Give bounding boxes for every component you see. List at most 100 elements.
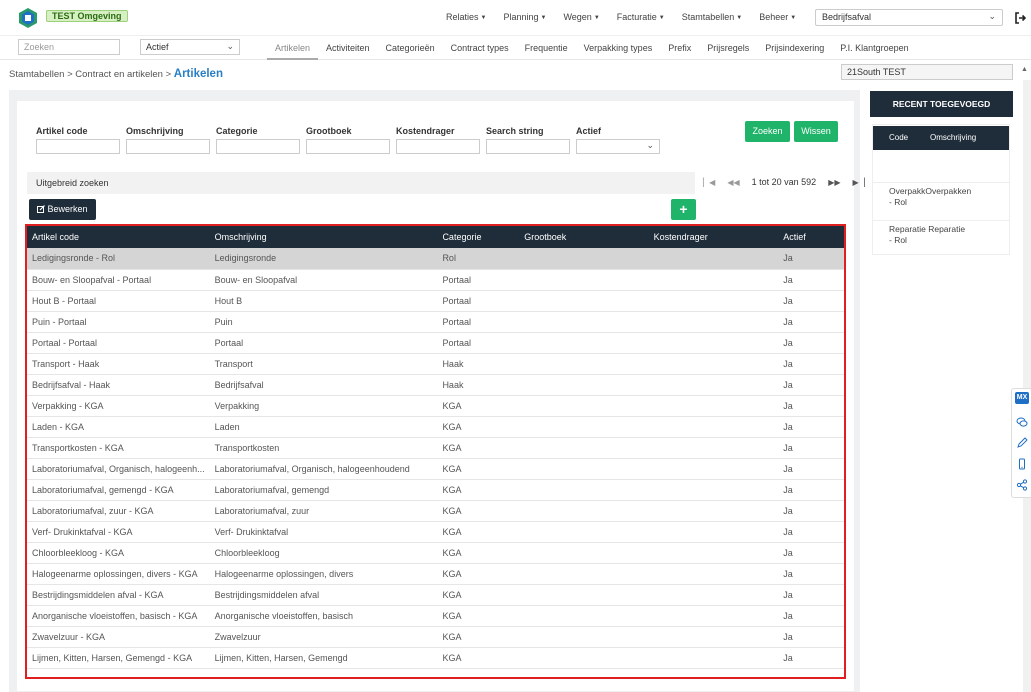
cell-grootboek [519, 458, 649, 480]
clear-button[interactable]: Wissen [794, 121, 838, 142]
search-string-input[interactable] [486, 139, 570, 154]
first-page-icon[interactable]: ▏◀ [703, 178, 715, 187]
tab-artikelen[interactable]: Artikelen [267, 36, 319, 60]
table-row[interactable]: Laboratoriumafval, zuur - KGA Laboratoriu… [27, 500, 844, 522]
table-row[interactable]: Puin - Portaal Puin Portaal Ja [27, 311, 844, 333]
tab-verpakking-types[interactable]: Verpakking types [576, 36, 661, 60]
pencil-icon[interactable] [1016, 437, 1028, 449]
status-select[interactable]: Actief ⌄ [140, 39, 240, 55]
context-select[interactable]: Bedrijfsafval ⌄ [815, 9, 1003, 26]
table-row[interactable]: Transportkosten - KGA Transportkosten KGA J… [27, 437, 844, 459]
tab-frequentie[interactable]: Frequentie [517, 36, 576, 60]
share-icon[interactable] [1016, 479, 1028, 491]
table-row[interactable]: Lijmen, Kitten, Harsen, Gemengd - KGA Lij… [27, 647, 844, 669]
cell-grootboek [519, 521, 649, 543]
table-row[interactable]: Transport - Haak Transport Haak Ja [27, 353, 844, 375]
cell-omschrijving: Hout B [209, 290, 438, 312]
col-header-artikel-code[interactable]: Artikel code [27, 226, 210, 248]
table-row[interactable]: Ledigingsronde - Rol Ledigingsronde Rol Ja [27, 248, 844, 270]
search-button[interactable]: Zoeken [745, 121, 790, 142]
environment-badge: TEST Omgeving [46, 10, 128, 22]
next-page-icon[interactable]: ▶▶ [828, 178, 840, 187]
global-search-input[interactable]: Zoeken [18, 39, 120, 55]
table-row[interactable]: Bestrijdingsmiddelen afval - KGA Bestrijd… [27, 584, 844, 606]
col-header-grootboek[interactable]: Grootboek [519, 226, 649, 248]
cell-actief: Ja [778, 311, 844, 333]
cell-categorie: KGA [437, 605, 520, 627]
table-row[interactable]: Anorganische vloeistoffen, basisch - KGA… [27, 605, 844, 627]
table-row[interactable]: Portaal - Portaal Portaal Portaal Ja [27, 332, 844, 354]
cell-grootboek [519, 395, 649, 417]
table-row[interactable]: Verf- Drukinktafval - KGA Verf- Drukinkta… [27, 521, 844, 543]
table-row[interactable]: Zwavelzuur - KGA Zwavelzuur KGA Ja [27, 626, 844, 648]
add-button[interactable]: + [671, 199, 696, 220]
prev-page-icon[interactable]: ◀◀ [727, 178, 739, 187]
nav-facturatie[interactable]: Facturatie ▼ [617, 12, 665, 22]
nav-stamtabellen[interactable]: Stamtabellen ▼ [682, 12, 743, 22]
tab-contract-types[interactable]: Contract types [443, 36, 517, 60]
nav-wegen[interactable]: Wegen ▼ [563, 12, 599, 22]
filter-label-search-string: Search string [486, 126, 544, 136]
tab-pi-klantgroepen[interactable]: P.I. Klantgroepen [832, 36, 916, 60]
omschrijving-input[interactable] [126, 139, 210, 154]
cell-actief: Ja [778, 269, 844, 291]
last-page-icon[interactable]: ▶▕ [853, 178, 865, 187]
grootboek-input[interactable] [306, 139, 390, 154]
scroll-up-icon[interactable]: ▲ [1021, 66, 1028, 73]
nav-beheer[interactable]: Beheer ▼ [759, 12, 796, 22]
table-row[interactable]: Verpakking - KGA Verpakking KGA Ja [27, 395, 844, 417]
advanced-search-toggle[interactable]: Uitgebreid zoeken [27, 172, 695, 194]
cell-kostendrager [648, 332, 779, 354]
filter-label-kostendrager: Kostendrager [396, 126, 455, 136]
chat-icon[interactable] [1016, 416, 1028, 428]
cell-categorie: Rol [437, 248, 520, 270]
nav-planning[interactable]: Planning ▼ [503, 12, 546, 22]
actief-select[interactable]: ⌄ [576, 139, 660, 154]
tab-activiteiten[interactable]: Activiteiten [318, 36, 378, 60]
tab-prefix[interactable]: Prefix [660, 36, 699, 60]
table-row[interactable]: Laboratoriumafval, Organisch, halogeenh.… [27, 458, 844, 480]
pager-text: 1 tot 20 van 592 [751, 177, 817, 187]
mx-badge[interactable]: MX [1015, 392, 1029, 404]
recent-item[interactable]: OverpakkOverpakken - Rol [873, 182, 1009, 211]
logout-icon[interactable] [1014, 12, 1026, 24]
table-row[interactable]: Chloorbleekloog - KGA Chloorbleekloog KGA J… [27, 542, 844, 564]
col-header-actief[interactable]: Actief [778, 226, 844, 248]
col-header-categorie[interactable]: Categorie [437, 226, 520, 248]
table-row[interactable]: Laden - KGA Laden KGA Ja [27, 416, 844, 438]
cell-actief: Ja [778, 500, 844, 522]
cell-actief: Ja [778, 395, 844, 417]
table-row[interactable]: Halogeenarme oplossingen, divers - KGA Ha… [27, 563, 844, 585]
table-row[interactable]: Bedrijfsafval - Haak Bedrijfsafval Haak Ja [27, 374, 844, 396]
recent-item[interactable]: Reparatie Reparatie - Rol [873, 220, 1009, 249]
cell-grootboek [519, 353, 649, 375]
cell-omschrijving: Chloorbleekloog [209, 542, 438, 564]
kostendrager-input[interactable] [396, 139, 480, 154]
edit-button[interactable]: Bewerken [29, 199, 96, 220]
breadcrumb-path[interactable]: Stamtabellen > Contract en artikelen > [9, 69, 171, 80]
app-logo[interactable] [17, 7, 39, 29]
artikel-code-input[interactable] [36, 139, 120, 154]
tab-prijsregels[interactable]: Prijsregels [699, 36, 757, 60]
cell-categorie: KGA [437, 437, 520, 459]
categorie-input[interactable] [216, 139, 300, 154]
cell-categorie: KGA [437, 521, 520, 543]
col-header-kostendrager[interactable]: Kostendrager [648, 226, 779, 248]
table-row[interactable]: Bouw- en Sloopafval - Portaal Bouw- en Sl… [27, 269, 844, 291]
col-header-omschrijving[interactable]: Omschrijving [209, 226, 438, 248]
nav-relaties[interactable]: Relaties ▼ [446, 12, 486, 22]
filter-label-artikel-code: Artikel code [36, 126, 88, 136]
table-row[interactable]: Hout B - Portaal Hout B Portaal Ja [27, 290, 844, 312]
caret-down-icon: ▼ [480, 15, 487, 21]
mobile-icon[interactable] [1016, 458, 1028, 470]
table-body: Ledigingsronde - Rol Ledigingsronde Rol Ja B… [27, 248, 844, 669]
cell-categorie: KGA [437, 416, 520, 438]
table-row[interactable]: Laboratoriumafval, gemengd - KGA Laborato… [27, 479, 844, 501]
tab-categorieen[interactable]: Categorieën [378, 36, 443, 60]
sub-tabs: Artikelen Activiteiten Categorieën Contr… [267, 36, 917, 60]
cell-artikel-code: Anorganische vloeistoffen, basisch - KGA [27, 605, 210, 627]
tab-prijsindexering[interactable]: Prijsindexering [757, 36, 832, 60]
page-scrollbar[interactable] [1023, 80, 1031, 692]
cell-actief: Ja [778, 353, 844, 375]
cell-omschrijving: Lijmen, Kitten, Harsen, Gemengd [209, 647, 438, 669]
